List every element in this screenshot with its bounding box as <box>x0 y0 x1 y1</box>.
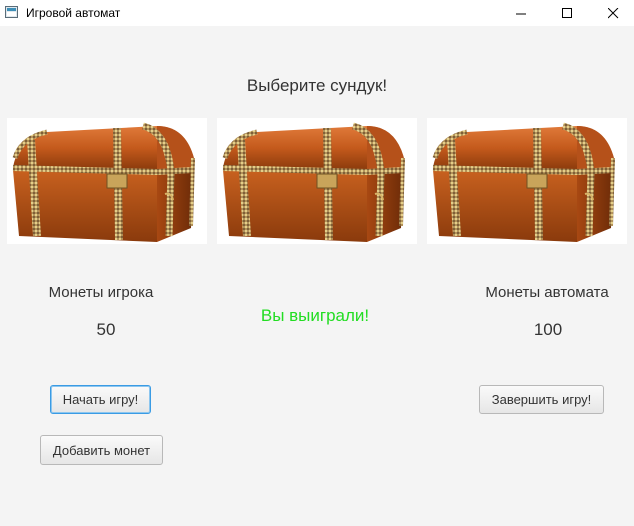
add-coins-button[interactable]: Добавить монет <box>40 435 163 465</box>
start-game-button[interactable]: Начать игру! <box>50 385 151 414</box>
window-title: Игровой автомат <box>26 6 121 20</box>
minimize-button[interactable] <box>498 0 544 26</box>
title-bar: Игровой автомат <box>0 0 634 26</box>
machine-coins-label: Монеты автомата <box>485 284 609 301</box>
chest-3[interactable] <box>427 118 627 244</box>
close-button[interactable] <box>590 0 634 26</box>
player-coins-value: 50 <box>96 320 116 339</box>
app-icon <box>5 6 18 18</box>
player-coins-label: Монеты игрока <box>48 284 154 301</box>
machine-coins-value: 100 <box>533 320 563 339</box>
minimize-icon <box>515 13 526 14</box>
treasure-chest-icon <box>427 118 627 244</box>
choose-chest-heading: Выберите сундук! <box>246 76 388 95</box>
close-icon <box>607 7 618 18</box>
maximize-icon <box>561 7 572 18</box>
chest-2[interactable] <box>217 118 417 244</box>
treasure-chest-icon <box>217 118 417 244</box>
maximize-button[interactable] <box>544 0 590 26</box>
chest-1[interactable] <box>7 118 207 244</box>
game-panel: Выберите сундук! Монеты игрока 50 Вы выи… <box>0 26 634 526</box>
game-result: Вы выиграли! <box>260 306 370 325</box>
finish-game-button[interactable]: Завершить игру! <box>479 385 604 414</box>
treasure-chest-icon <box>7 118 207 244</box>
